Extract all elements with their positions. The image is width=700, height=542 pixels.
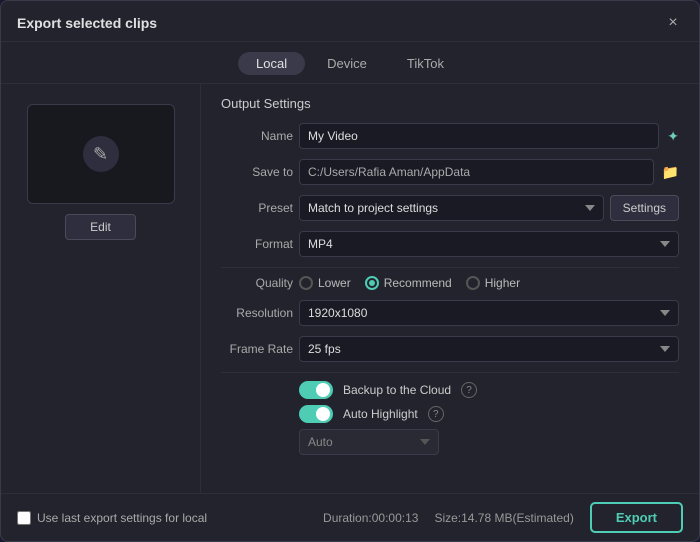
- name-row: Name ✦: [221, 123, 679, 149]
- section-title: Output Settings: [221, 96, 679, 111]
- quality-row: Quality Lower Recommend Higher: [221, 276, 679, 290]
- format-select[interactable]: MP4: [299, 231, 679, 257]
- pencil-icon: ✎: [83, 136, 119, 172]
- auto-highlight-row: Auto Highlight ?: [221, 405, 679, 423]
- footer-left: Use last export settings for local: [17, 511, 207, 525]
- frame-rate-label: Frame Rate: [221, 342, 293, 356]
- preview-panel: ✎ Edit: [1, 84, 201, 493]
- save-to-label: Save to: [221, 165, 293, 179]
- divider-1: [221, 267, 679, 268]
- footer-right: Duration:00:00:13 Size:14.78 MB(Estimate…: [323, 502, 683, 533]
- backup-cloud-help-icon[interactable]: ?: [461, 382, 477, 398]
- edit-button[interactable]: Edit: [65, 214, 136, 240]
- quality-label: Quality: [221, 276, 293, 290]
- quality-recommend-option[interactable]: Recommend: [365, 276, 452, 290]
- tab-tiktok[interactable]: TikTok: [389, 52, 462, 75]
- backup-cloud-row: Backup to the Cloud ?: [221, 381, 679, 399]
- format-label: Format: [221, 237, 293, 251]
- quality-recommend-radio[interactable]: [365, 276, 379, 290]
- preview-thumbnail: ✎: [27, 104, 175, 204]
- backup-cloud-toggle[interactable]: [299, 381, 333, 399]
- quality-lower-radio[interactable]: [299, 276, 313, 290]
- resolution-label: Resolution: [221, 306, 293, 320]
- resolution-row: Resolution 1920x1080: [221, 300, 679, 326]
- settings-panel: Output Settings Name ✦ Save to 📁 Preset …: [201, 84, 699, 493]
- auto-highlight-help-icon[interactable]: ?: [428, 406, 444, 422]
- auto-highlight-toggle[interactable]: [299, 405, 333, 423]
- quality-lower-option[interactable]: Lower: [299, 276, 351, 290]
- settings-btn[interactable]: Settings: [610, 195, 679, 221]
- divider-2: [221, 372, 679, 373]
- checkbox-wrap: Use last export settings for local: [17, 511, 207, 525]
- name-input[interactable]: [299, 123, 659, 149]
- preset-label: Preset: [221, 201, 293, 215]
- ai-icon[interactable]: ✦: [667, 128, 679, 145]
- quality-higher-option[interactable]: Higher: [466, 276, 520, 290]
- dialog-header: Export selected clips ×: [1, 1, 699, 42]
- tab-local[interactable]: Local: [238, 52, 305, 75]
- checkbox-label: Use last export settings for local: [37, 511, 207, 525]
- backup-cloud-label: Backup to the Cloud: [343, 383, 451, 397]
- auto-select-row: Auto: [221, 429, 679, 455]
- quality-options: Lower Recommend Higher: [299, 276, 520, 290]
- save-to-input[interactable]: [299, 159, 654, 185]
- auto-highlight-label: Auto Highlight: [343, 407, 418, 421]
- duration-label: Duration:00:00:13: [323, 511, 418, 525]
- format-row: Format MP4: [221, 231, 679, 257]
- dialog-body: ✎ Edit Output Settings Name ✦ Save to 📁 …: [1, 84, 699, 493]
- tab-device[interactable]: Device: [309, 52, 385, 75]
- dialog-footer: Use last export settings for local Durat…: [1, 493, 699, 541]
- name-label: Name: [221, 129, 293, 143]
- close-button[interactable]: ×: [663, 13, 683, 33]
- dialog-title: Export selected clips: [17, 15, 157, 31]
- save-to-row: Save to 📁: [221, 159, 679, 185]
- preset-select[interactable]: Match to project settings: [299, 195, 604, 221]
- quality-higher-radio[interactable]: [466, 276, 480, 290]
- export-dialog: Export selected clips × Local Device Tik…: [0, 0, 700, 542]
- frame-rate-row: Frame Rate 25 fps: [221, 336, 679, 362]
- size-label: Size:14.78 MB(Estimated): [434, 511, 573, 525]
- auto-select[interactable]: Auto: [299, 429, 439, 455]
- tabs-row: Local Device TikTok: [1, 42, 699, 84]
- resolution-select[interactable]: 1920x1080: [299, 300, 679, 326]
- frame-rate-select[interactable]: 25 fps: [299, 336, 679, 362]
- last-settings-checkbox[interactable]: [17, 511, 31, 525]
- folder-icon[interactable]: 📁: [662, 164, 679, 181]
- preset-row: Preset Match to project settings Setting…: [221, 195, 679, 221]
- export-button[interactable]: Export: [590, 502, 683, 533]
